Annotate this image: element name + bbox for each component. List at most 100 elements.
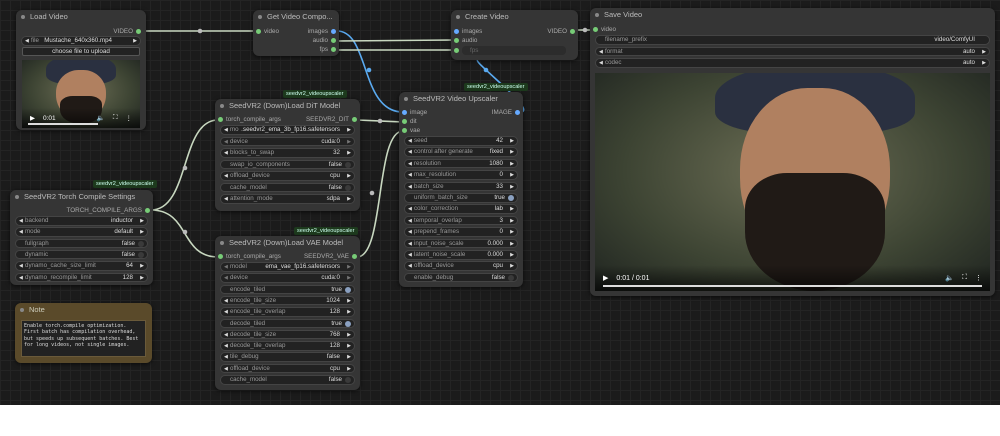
output-slot[interactable] <box>136 28 141 34</box>
create-video-node[interactable]: Create Video images audio fps VIDEO <box>451 10 578 60</box>
input-slot[interactable] <box>402 109 407 115</box>
decrement-arrow-icon[interactable]: ◀ <box>224 263 228 271</box>
get-video-components-node[interactable]: Get Video Compo... video images audio fp… <box>253 10 339 56</box>
input-slot[interactable] <box>593 26 598 32</box>
widget-input-noise-scale[interactable]: ◀ input_noise_scale 0.000 ▶ <box>404 238 518 249</box>
decrement-arrow-icon[interactable]: ◀ <box>599 59 603 67</box>
volume-icon[interactable]: 🔈 <box>97 114 105 122</box>
widget-cache-model[interactable]: cache_model false <box>220 375 355 385</box>
fullscreen-icon[interactable]: ⛶ <box>113 114 118 122</box>
decrement-arrow-icon[interactable]: ◀ <box>408 171 412 179</box>
increment-arrow-icon[interactable]: ▶ <box>510 183 514 191</box>
input-slot[interactable] <box>402 118 407 124</box>
decrement-arrow-icon[interactable]: ◀ <box>224 138 228 146</box>
widget-fullgraph[interactable]: fullgraph false <box>15 238 148 249</box>
widget-enable-debug[interactable]: enable_debug false <box>404 272 518 283</box>
increment-arrow-icon[interactable]: ▶ <box>510 240 514 248</box>
increment-arrow-icon[interactable]: ▶ <box>347 263 351 271</box>
output-slot[interactable] <box>331 28 336 34</box>
toggle-knob-icon[interactable] <box>345 320 351 327</box>
output-slot[interactable] <box>570 28 575 34</box>
increment-arrow-icon[interactable]: ▶ <box>347 149 351 157</box>
output-video-preview[interactable]: ▶ 0:01 / 0:01 🔈 ⛶ ⋮ <box>595 73 990 291</box>
decrement-arrow-icon[interactable]: ◀ <box>408 240 412 248</box>
increment-arrow-icon[interactable]: ▶ <box>347 342 351 350</box>
widget-decode-tile-overlap[interactable]: ◀ decode_tile_overlap 128 ▶ <box>220 341 355 351</box>
toggle-knob-icon[interactable] <box>345 286 351 293</box>
play-icon[interactable]: ▶ <box>30 114 35 122</box>
decrement-arrow-icon[interactable]: ◀ <box>224 274 228 282</box>
input-slot[interactable] <box>454 47 459 53</box>
decrement-arrow-icon[interactable]: ◀ <box>408 217 412 225</box>
input-slot[interactable] <box>402 127 407 133</box>
decrement-arrow-icon[interactable]: ◀ <box>224 297 228 305</box>
decrement-arrow-icon[interactable]: ◀ <box>224 331 228 339</box>
increment-arrow-icon[interactable]: ▶ <box>140 274 144 282</box>
increment-arrow-icon[interactable]: ▶ <box>510 228 514 236</box>
output-slot[interactable] <box>331 46 336 52</box>
input-slot[interactable] <box>454 37 459 43</box>
widget-latent-noise-scale[interactable]: ◀ latent_noise_scale 0.000 ▶ <box>404 250 518 260</box>
toggle-knob-icon[interactable] <box>138 251 144 258</box>
output-slot[interactable] <box>145 207 150 213</box>
decrement-arrow-icon[interactable]: ◀ <box>408 205 412 213</box>
decrement-arrow-icon[interactable]: ◀ <box>224 126 228 134</box>
widget-seed[interactable]: ◀ seed 42 ▶ <box>404 136 518 146</box>
toggle-knob-icon[interactable] <box>508 274 514 281</box>
note-node[interactable]: Note Enable torch.compile optimization. … <box>15 303 152 363</box>
torch-compile-settings-node[interactable]: SeedVR2 Torch Compile Settings TORCH_COM… <box>10 190 153 285</box>
toggle-knob-icon[interactable] <box>508 195 514 201</box>
widget-backend[interactable]: ◀ backend inductor ▶ <box>15 216 148 226</box>
load-dit-model-node[interactable]: SeedVR2 (Down)Load DiT Model torch_compi… <box>215 99 360 211</box>
decrement-arrow-icon[interactable]: ◀ <box>224 365 228 373</box>
toggle-knob-icon[interactable] <box>345 377 351 383</box>
widget-dynamo-recompile-limit[interactable]: ◀ dynamo_recompile_limit 128 ▶ <box>15 272 148 282</box>
widget-uniform-batch-size[interactable]: uniform_batch_size true <box>404 193 518 203</box>
increment-arrow-icon[interactable]: ▶ <box>347 138 351 146</box>
decrement-arrow-icon[interactable]: ◀ <box>224 353 228 361</box>
increment-arrow-icon[interactable]: ▶ <box>510 137 514 145</box>
upload-button[interactable]: choose file to upload <box>22 47 140 56</box>
decrement-arrow-icon[interactable]: ◀ <box>224 195 228 203</box>
more-icon[interactable]: ⋮ <box>975 274 982 282</box>
widget-filename-prefix[interactable]: filename_prefix video/ComfyUI <box>595 35 990 45</box>
input-slot[interactable] <box>256 28 261 34</box>
save-video-node[interactable]: Save Video video filename_prefix video/Co… <box>590 8 995 296</box>
widget-temporal-overlap[interactable]: ◀ temporal_overlap 3 ▶ <box>404 215 518 226</box>
widget-encode-tile-overlap[interactable]: ◀ encode_tile_overlap 128 ▶ <box>220 307 355 317</box>
load-video-node[interactable]: Load Video VIDEO ◀ file Mustache_640x360.m… <box>16 10 146 130</box>
widget-format[interactable]: ◀ format auto ▶ <box>595 46 990 56</box>
note-text[interactable]: Enable torch.compile optimization. First… <box>21 320 146 357</box>
increment-arrow-icon[interactable]: ▶ <box>510 148 514 156</box>
widget-tile-debug[interactable]: ◀ tile_debug false ▶ <box>220 352 355 362</box>
increment-arrow-icon[interactable]: ▶ <box>347 308 351 316</box>
increment-arrow-icon[interactable]: ▶ <box>982 59 986 67</box>
decrement-arrow-icon[interactable]: ◀ <box>19 274 23 282</box>
fps-field[interactable]: fps <box>462 46 566 55</box>
decrement-arrow-icon[interactable]: ◀ <box>408 183 412 191</box>
decrement-arrow-icon[interactable]: ◀ <box>224 342 228 350</box>
decrement-arrow-icon[interactable]: ◀ <box>224 149 228 157</box>
more-icon[interactable]: ⋮ <box>126 114 133 122</box>
increment-arrow-icon[interactable]: ▶ <box>510 251 514 259</box>
volume-icon[interactable]: 🔈 <box>945 274 954 282</box>
widget-offload-device[interactable]: ◀ offload_device cpu ▶ <box>220 171 355 181</box>
video-progress[interactable] <box>603 285 982 287</box>
decrement-arrow-icon[interactable]: ◀ <box>408 148 412 156</box>
widget-device[interactable]: ◀ device cuda:0 ▶ <box>220 273 355 283</box>
widget-device[interactable]: ◀ device cuda:0 ▶ <box>220 136 355 146</box>
widget-prepend-frames[interactable]: ◀ prepend_frames 0 ▶ <box>404 227 518 237</box>
widget-encode-tile-size[interactable]: ◀ encode_tile_size 1024 ▶ <box>220 295 355 306</box>
increment-arrow-icon[interactable]: ▶ <box>140 228 144 236</box>
widget-batch-size[interactable]: ◀ batch_size 33 ▶ <box>404 181 518 192</box>
increment-arrow-icon[interactable]: ▶ <box>510 205 514 213</box>
increment-arrow-icon[interactable]: ▶ <box>347 126 351 134</box>
widget-control-after-generate[interactable]: ◀ control after generate fixed ▶ <box>404 147 518 157</box>
node-graph-canvas[interactable]: Load Video VIDEO ◀ file Mustache_640x360.m… <box>0 0 1000 405</box>
increment-arrow-icon[interactable]: ▶ <box>347 365 351 373</box>
video-upscaler-node[interactable]: SeedVR2 Video Upscaler image dit vae IMA… <box>399 92 523 287</box>
decrement-arrow-icon[interactable]: ◀ <box>19 228 23 236</box>
decrement-arrow-icon[interactable]: ◀ <box>408 262 412 270</box>
toggle-knob-icon[interactable] <box>345 184 351 191</box>
increment-arrow-icon[interactable]: ▶ <box>347 331 351 339</box>
